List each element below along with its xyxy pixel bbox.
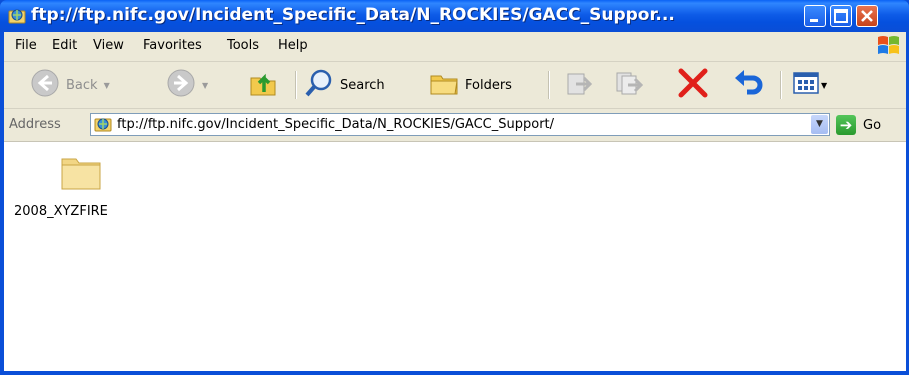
delete-x-icon: [676, 66, 710, 104]
windows-logo-icon: [875, 34, 901, 62]
window-title: ftp://ftp.nifc.gov/Incident_Specific_Dat…: [31, 5, 675, 25]
delete-button[interactable]: [676, 67, 710, 103]
menu-help[interactable]: Help: [278, 38, 308, 53]
folder-icon: [59, 150, 103, 198]
menu-tools[interactable]: Tools: [227, 38, 259, 53]
back-button[interactable]: Back ▼: [30, 67, 110, 103]
minimize-button[interactable]: [804, 5, 826, 27]
forward-arrow-icon: [166, 68, 196, 102]
minimize-icon: [810, 19, 818, 22]
views-dropdown-icon[interactable]: ▼: [821, 81, 827, 90]
menu-bar: File Edit View Favorites Tools Help: [4, 32, 906, 62]
back-arrow-icon: [30, 68, 60, 102]
title-bar[interactable]: ftp://ftp.nifc.gov/Incident_Specific_Dat…: [0, 0, 909, 32]
menu-favorites[interactable]: Favorites: [143, 38, 202, 53]
close-icon: [861, 10, 873, 22]
address-dropdown-icon[interactable]: ▼: [811, 115, 828, 134]
folders-button[interactable]: Folders: [429, 67, 512, 103]
address-bar: Address ftp://ftp.nifc.gov/Incident_Spec…: [4, 109, 906, 142]
ftp-site-icon: [94, 116, 112, 138]
back-dropdown-icon[interactable]: ▼: [104, 81, 110, 90]
file-list-pane[interactable]: 2008_XYZFIRE: [4, 142, 906, 371]
go-label: Go: [863, 117, 882, 133]
up-folder-button[interactable]: [248, 67, 278, 103]
back-label: Back: [66, 77, 98, 93]
search-label: Search: [340, 77, 385, 93]
toolbar-separator: [780, 71, 782, 99]
views-grid-icon: [792, 70, 820, 100]
forward-button[interactable]: ▼: [166, 67, 208, 103]
go-arrow-icon: ➔: [836, 115, 856, 135]
folder-name: 2008_XYZFIRE: [14, 204, 108, 219]
menu-file[interactable]: File: [15, 38, 37, 53]
copy-to-icon: [614, 68, 644, 102]
menu-view[interactable]: View: [93, 38, 124, 53]
forward-dropdown-icon[interactable]: ▼: [202, 81, 208, 90]
explorer-window: ftp://ftp.nifc.gov/Incident_Specific_Dat…: [0, 0, 909, 375]
toolbar-separator: [548, 71, 550, 99]
move-to-button[interactable]: [564, 67, 594, 103]
address-input[interactable]: ftp://ftp.nifc.gov/Incident_Specific_Dat…: [90, 113, 830, 136]
menu-edit[interactable]: Edit: [52, 38, 77, 53]
go-button[interactable]: ➔ Go: [836, 115, 881, 135]
address-value: ftp://ftp.nifc.gov/Incident_Specific_Dat…: [117, 117, 555, 132]
list-item[interactable]: 2008_XYZFIRE: [14, 150, 124, 225]
ftp-folder-icon: [8, 7, 26, 29]
folders-icon: [429, 68, 459, 102]
close-button[interactable]: [856, 5, 878, 27]
up-folder-icon: [248, 68, 278, 102]
standard-toolbar: Back ▼ ▼ Search Folders ▼: [4, 62, 906, 109]
copy-to-button[interactable]: [614, 67, 644, 103]
maximize-icon: [834, 9, 848, 23]
folders-label: Folders: [465, 77, 512, 93]
maximize-button[interactable]: [830, 5, 852, 27]
move-to-icon: [564, 68, 594, 102]
address-label: Address: [9, 117, 61, 132]
search-button[interactable]: Search: [304, 67, 385, 103]
toolbar-separator: [295, 71, 297, 99]
undo-button[interactable]: [731, 67, 765, 103]
search-icon: [304, 68, 334, 102]
views-button[interactable]: ▼: [792, 67, 827, 103]
undo-icon: [731, 66, 765, 104]
